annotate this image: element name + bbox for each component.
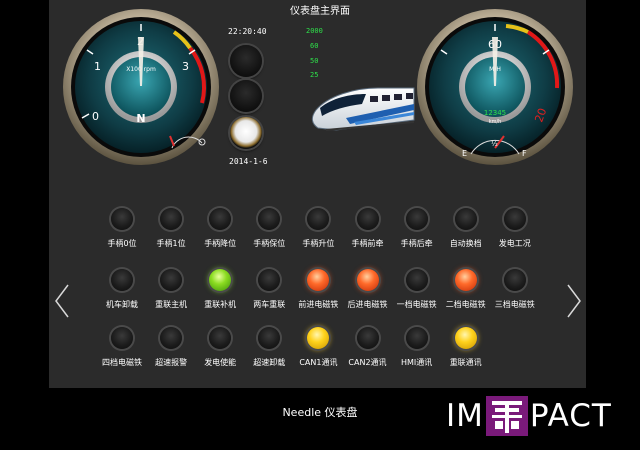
prev-arrow[interactable] [52, 283, 72, 319]
rpm-tick-0: 0 [92, 110, 99, 123]
indicator-lamp [160, 208, 183, 230]
readout-1: 2000 [306, 27, 323, 35]
indicator-lamp [356, 269, 379, 291]
indicator-lamp [405, 208, 428, 230]
impact-logo: IM PACT [446, 396, 612, 436]
odometer-unit: km/h [489, 119, 502, 125]
indicator-lamp [160, 269, 183, 291]
rpm-tick-1: 1 [94, 60, 101, 73]
indicator-label: 重联通讯 [449, 358, 482, 367]
control-button-1[interactable] [230, 45, 262, 77]
fuel-label-f: F [522, 149, 527, 158]
screen: 仪表盘主界面 0 1 2 [0, 0, 640, 450]
control-button-2[interactable] [230, 80, 262, 112]
logo-text-right: PACT [529, 398, 612, 434]
indicator-lamp [405, 327, 428, 349]
speed-gauge: 60 20 M/H 12345 km/h E ½ F [417, 9, 573, 165]
indicator-lamp [454, 269, 477, 291]
next-arrow[interactable] [564, 283, 584, 319]
indicator-lamp [405, 269, 428, 291]
indicator-label: 三档电磁铁 [494, 300, 535, 309]
rpm-tick-3: 3 [182, 60, 189, 73]
indicator-lamp [160, 327, 183, 349]
indicator-lamp [454, 327, 477, 349]
readout-2: 60 [310, 42, 319, 50]
logo-text-left: IM [446, 398, 484, 434]
gear-indicator: N [136, 112, 145, 125]
train-image [311, 87, 415, 131]
odometer: 12345 [484, 109, 506, 117]
fuel-label-e: E [462, 149, 467, 158]
fuel-label-half: ½ [491, 140, 498, 148]
indicator-lamp [111, 208, 133, 230]
date: 2014-1-6 [229, 157, 268, 166]
logo-mark-icon [485, 396, 528, 436]
indicator-lamp [356, 327, 379, 349]
clock: 22:20:40 [228, 27, 267, 36]
indicator-label: 发电工况 [498, 239, 531, 248]
indicator-lamp [503, 208, 526, 230]
control-button-3[interactable] [230, 117, 262, 149]
indicator-lamp [111, 269, 133, 291]
readout-3: 50 [310, 57, 319, 65]
indicator-lamp [503, 269, 526, 291]
rpm-gauge: 0 1 2 3 X100 rpm N [63, 9, 219, 165]
indicator-lamp [454, 208, 477, 230]
indicator-lamp [356, 208, 379, 230]
indicator-lamp [111, 327, 133, 349]
